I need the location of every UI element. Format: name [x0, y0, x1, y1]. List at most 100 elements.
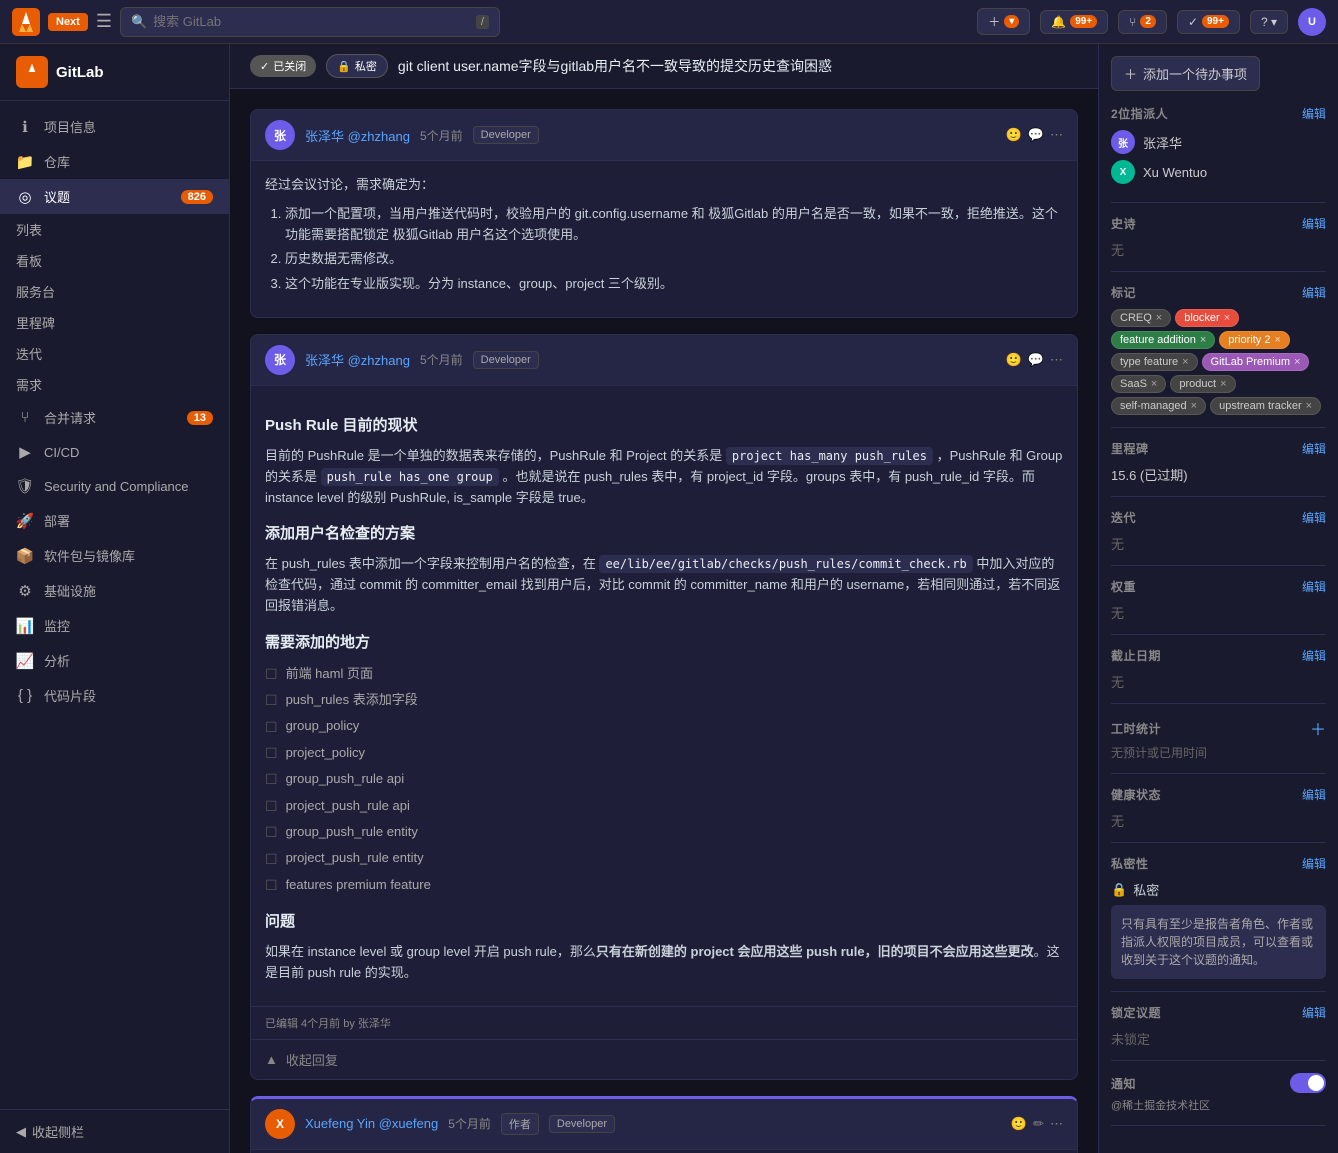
tag-type-feature[interactable]: type feature ×: [1111, 353, 1198, 371]
tag-creq[interactable]: CREQ ×: [1111, 309, 1171, 327]
sidebar-item-board[interactable]: 看板: [0, 245, 229, 276]
notifications-btn[interactable]: 🔔 99+: [1040, 10, 1108, 34]
tag-close-icon[interactable]: ×: [1200, 334, 1206, 346]
rs-epic-edit[interactable]: 编辑: [1302, 215, 1326, 232]
rs-labels-edit[interactable]: 编辑: [1302, 284, 1326, 301]
emoji-icon-3[interactable]: 🙂: [1011, 1116, 1027, 1132]
sidebar-label-packages: 软件包与镜像库: [44, 546, 213, 565]
user-avatar[interactable]: U: [1298, 8, 1326, 36]
reply-icon-2[interactable]: 💬: [1028, 352, 1044, 368]
tag-close-icon[interactable]: ×: [1294, 356, 1300, 368]
checkbox-item[interactable]: features premium feature: [265, 874, 1063, 896]
tag-close-icon[interactable]: ×: [1224, 312, 1230, 324]
rs-iteration-edit[interactable]: 编辑: [1302, 509, 1326, 526]
rs-health-edit[interactable]: 编辑: [1302, 786, 1326, 803]
create-btn[interactable]: ＋ ▾: [977, 8, 1030, 35]
comment-role-2: Developer: [473, 351, 539, 369]
tag-product[interactable]: product ×: [1170, 375, 1235, 393]
sidebar-item-snippets[interactable]: { } 代码片段: [0, 678, 229, 713]
sidebar-item-list[interactable]: 列表: [0, 214, 229, 245]
todo-add-btn[interactable]: ＋ 添加一个待办事项: [1111, 56, 1260, 91]
search-input[interactable]: [153, 14, 470, 29]
sub-comment-header: X Xuefeng Yin @xuefeng 5个月前 作者 Developer…: [251, 1099, 1077, 1150]
rs-time-add-icon[interactable]: ＋: [1310, 716, 1326, 740]
tag-close-icon[interactable]: ×: [1191, 400, 1197, 412]
rs-milestone-label: 里程碑: [1111, 440, 1149, 457]
tag-close-icon[interactable]: ×: [1151, 378, 1157, 390]
rs-weight-edit[interactable]: 编辑: [1302, 578, 1326, 595]
emoji-icon[interactable]: 🙂: [1006, 127, 1022, 143]
help-btn[interactable]: ? ▾: [1250, 10, 1288, 34]
collapse-replies-btn[interactable]: ▲ 收起回复: [251, 1039, 1077, 1079]
tag-close-icon[interactable]: ×: [1306, 400, 1312, 412]
checkbox-item[interactable]: push_rules 表添加字段: [265, 689, 1063, 711]
more-icon-2[interactable]: ⋯: [1050, 352, 1063, 368]
rs-assignee-1: 张 张泽华: [1111, 130, 1326, 154]
list-item: 这个功能在专业版实现。分为 instance、group、project 三个级…: [285, 274, 1063, 295]
rs-weight-label: 权重: [1111, 578, 1136, 595]
sidebar-item-deploy[interactable]: 🚀 部署: [0, 503, 229, 538]
sidebar-item-milestone[interactable]: 里程碑: [0, 307, 229, 338]
sidebar-item-infrastructure[interactable]: ⚙ 基础设施: [0, 573, 229, 608]
tag-close-icon[interactable]: ×: [1220, 378, 1226, 390]
sidebar-collapse-btn[interactable]: ◀ 收起侧栏: [16, 1122, 213, 1141]
rs-name-1: 张泽华: [1143, 133, 1182, 152]
sidebar-item-repo[interactable]: 📁 仓库: [0, 144, 229, 179]
tag-close-icon[interactable]: ×: [1156, 312, 1162, 324]
next-button[interactable]: Next: [48, 13, 88, 31]
rs-milestone-edit[interactable]: 编辑: [1302, 440, 1326, 457]
rs-assignees-edit[interactable]: 编辑: [1302, 105, 1326, 122]
rs-weight-val: 无: [1111, 606, 1124, 621]
lock-icon: 🔒: [1111, 882, 1127, 898]
search-bar[interactable]: 🔍 /: [120, 7, 500, 37]
sidebar-item-monitor[interactable]: 📊 监控: [0, 608, 229, 643]
sub-comment-time: 5个月前: [448, 1115, 491, 1132]
rs-duedate-edit[interactable]: 编辑: [1302, 647, 1326, 664]
repo-icon: 📁: [16, 153, 34, 171]
sidebar-item-packages[interactable]: 📦 软件包与镜像库: [0, 538, 229, 573]
packages-icon: 📦: [16, 547, 34, 565]
sidebar-item-analytics[interactable]: 📈 分析: [0, 643, 229, 678]
checkbox-item[interactable]: group_push_rule api: [265, 768, 1063, 790]
checkbox-item[interactable]: project_push_rule entity: [265, 848, 1063, 870]
checkbox-item[interactable]: group_push_rule entity: [265, 821, 1063, 843]
more-icon-3[interactable]: ⋯: [1050, 1116, 1063, 1132]
reply-icon[interactable]: 💬: [1028, 127, 1044, 143]
rs-weight-section: 权重 编辑 无: [1111, 578, 1326, 635]
checkbox-item[interactable]: 前端 haml 页面: [265, 663, 1063, 685]
tag-saas[interactable]: SaaS ×: [1111, 375, 1166, 393]
rs-notify-credit: @稀土掘金技术社区: [1111, 1097, 1326, 1113]
tag-priority-2[interactable]: priority 2 ×: [1219, 331, 1290, 349]
sidebar-item-requirement[interactable]: 需求: [0, 369, 229, 400]
rs-privacy-edit[interactable]: 编辑: [1302, 855, 1326, 872]
rs-assignees-section: 2位指派人 编辑 张 张泽华 X Xu Wentuo: [1111, 105, 1326, 203]
sidebar-item-project-info[interactable]: ℹ 项目信息: [0, 109, 229, 144]
tag-upstream-tracker[interactable]: upstream tracker ×: [1210, 397, 1321, 415]
sidebar-item-security[interactable]: 🛡 Security and Compliance: [0, 469, 229, 503]
checkbox-item[interactable]: project_push_rule api: [265, 795, 1063, 817]
checkbox-item[interactable]: group_policy: [265, 716, 1063, 738]
emoji-icon-2[interactable]: 🙂: [1006, 352, 1022, 368]
rs-lock-edit[interactable]: 编辑: [1302, 1004, 1326, 1021]
tag-self-managed[interactable]: self-managed ×: [1111, 397, 1206, 415]
tag-blocker[interactable]: blocker ×: [1175, 309, 1239, 327]
notification-toggle[interactable]: [1290, 1073, 1326, 1093]
more-icon[interactable]: ⋯: [1050, 127, 1063, 143]
edit-icon[interactable]: ✏: [1033, 1116, 1044, 1132]
rs-health-label: 健康状态: [1111, 786, 1161, 803]
merge-requests-btn[interactable]: ⑂ 2: [1118, 10, 1167, 34]
tag-gitlab-premium[interactable]: GitLab Premium ×: [1202, 353, 1310, 371]
hamburger-icon[interactable]: ☰: [96, 11, 112, 32]
checkbox-item[interactable]: project_policy: [265, 742, 1063, 764]
sidebar-item-iteration[interactable]: 迭代: [0, 338, 229, 369]
sidebar-item-issues[interactable]: ◎ 议题 826: [0, 179, 229, 214]
sidebar-item-service-desk[interactable]: 服务台: [0, 276, 229, 307]
sidebar-item-cicd[interactable]: ▶ CI/CD: [0, 435, 229, 469]
tag-close-icon[interactable]: ×: [1274, 334, 1280, 346]
tag-feature-addition[interactable]: feature addition ×: [1111, 331, 1215, 349]
issues-btn[interactable]: ✓ 99+: [1177, 10, 1240, 34]
toggle-thumb: [1308, 1075, 1324, 1091]
sidebar-item-merge-requests[interactable]: ⑂ 合并请求 13: [0, 400, 229, 435]
logo: [12, 8, 40, 36]
tag-close-icon[interactable]: ×: [1182, 356, 1188, 368]
